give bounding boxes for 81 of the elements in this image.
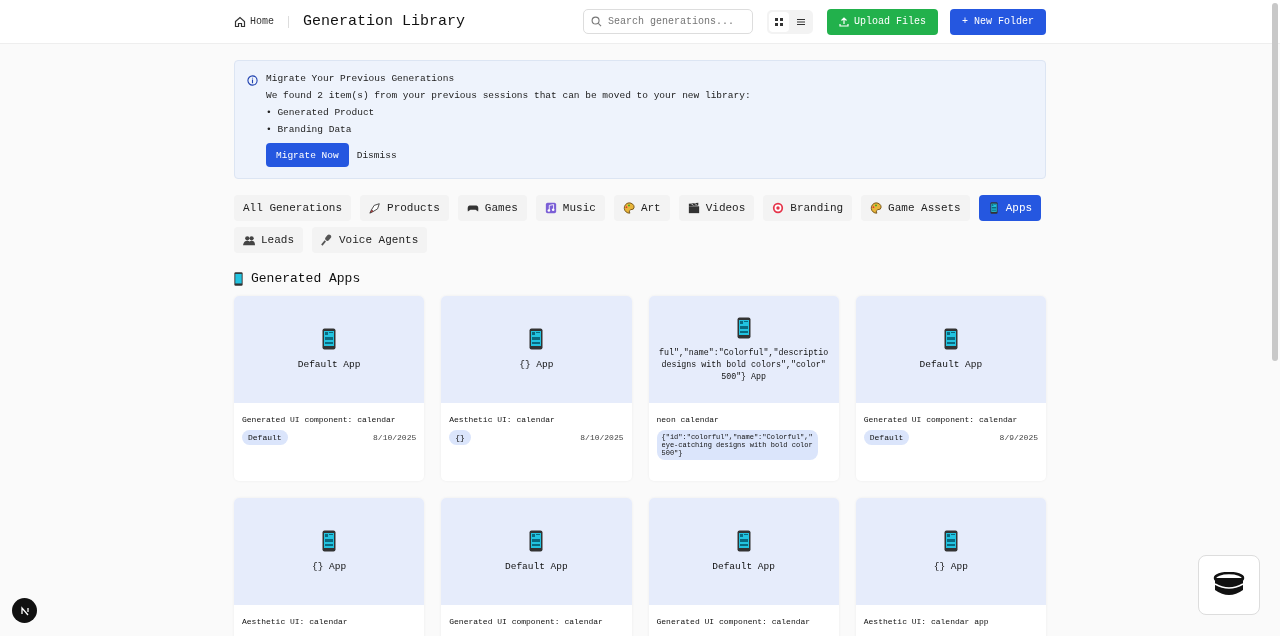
dismiss-button[interactable]: Dismiss xyxy=(356,149,397,161)
page-title: Generation Library xyxy=(303,13,466,30)
style-tag: {} xyxy=(449,430,471,445)
category-tab[interactable]: Game Assets xyxy=(861,195,970,221)
app-title: Default App xyxy=(505,560,568,573)
phone-icon xyxy=(987,202,1000,214)
palette-icon xyxy=(622,202,635,214)
scrollbar[interactable] xyxy=(1272,3,1278,361)
app-title: ful","name":"Colorful","descriptio designs with bold colors","color" 500"} App xyxy=(658,346,829,383)
app-card[interactable]: Default App Generated UI component: calendar Default 8/10/2025 xyxy=(234,296,425,481)
category-tab[interactable]: Videos xyxy=(678,195,755,221)
style-tag: Default xyxy=(242,430,288,445)
music-note-icon xyxy=(544,202,557,214)
search-icon xyxy=(590,16,602,27)
migration-item: • Generated Product xyxy=(266,107,376,118)
app-title: Default App xyxy=(297,358,361,371)
category-tab[interactable]: Apps xyxy=(978,195,1042,221)
target-icon xyxy=(772,202,785,214)
category-tab[interactable]: Products xyxy=(360,195,449,221)
phone-icon xyxy=(736,316,751,339)
category-tab[interactable]: Leads xyxy=(234,227,303,253)
phone-icon xyxy=(736,530,751,552)
phone-icon xyxy=(943,530,958,552)
card-description: Aesthetic UI: calendar xyxy=(449,415,556,424)
phone-icon xyxy=(529,328,544,350)
app-card[interactable]: {} App Aesthetic UI: calendar app xyxy=(855,498,1046,636)
app-title: {} App xyxy=(519,358,554,371)
card-date: 8/10/2025 xyxy=(580,433,624,442)
card-date: 8/10/2025 xyxy=(373,433,417,442)
palette-icon xyxy=(870,202,883,214)
card-description: Aesthetic UI: calendar xyxy=(242,617,349,626)
category-tab[interactable]: All Generations xyxy=(234,195,352,221)
new-folder-button[interactable]: + New Folder xyxy=(950,8,1046,35)
search-field[interactable]: Search generations... xyxy=(582,9,753,34)
grid-view-button[interactable] xyxy=(768,11,789,32)
app-card[interactable]: {} App Aesthetic UI: calendar {} 8/10/2025 xyxy=(441,296,632,481)
phone-icon xyxy=(234,271,243,286)
grid-icon xyxy=(774,17,783,26)
banner-title: Migrate Your Previous Generations xyxy=(266,73,456,84)
card-description: Generated UI component: calendar xyxy=(656,617,812,626)
info-icon xyxy=(247,75,258,86)
category-tab[interactable]: Branding xyxy=(763,195,853,221)
section-title: Generated Apps xyxy=(251,271,361,286)
card-description: Generated UI component: calendar xyxy=(863,415,1019,424)
gamepad-icon xyxy=(466,202,479,214)
banner-message: We found 2 item(s) from your previous sessions that can be moved to your new library: xyxy=(266,90,751,101)
app-card[interactable]: Default App Generated UI component: calendar Default 8/9/2025 xyxy=(855,296,1046,481)
card-date: 8/9/2025 xyxy=(999,433,1038,442)
n-logo-icon xyxy=(19,605,30,616)
card-description: Aesthetic UI: calendar app xyxy=(863,617,990,626)
app-card[interactable]: {} App Aesthetic UI: calendar xyxy=(234,498,425,636)
list-icon xyxy=(796,17,805,26)
card-description: Generated UI component: calendar xyxy=(242,415,397,424)
microphone-icon xyxy=(321,234,333,246)
app-title: Default App xyxy=(712,560,775,573)
app-title: {} App xyxy=(312,560,347,573)
app-title: {} App xyxy=(933,560,968,573)
phone-icon xyxy=(322,530,337,552)
phone-icon xyxy=(943,328,958,350)
dev-tools-button[interactable] xyxy=(12,598,37,623)
category-tab[interactable]: Art xyxy=(613,195,670,221)
category-tab[interactable]: Games xyxy=(457,195,527,221)
phone-icon xyxy=(529,530,544,552)
style-tag: Default xyxy=(863,430,910,445)
home-icon xyxy=(234,15,246,28)
category-tab[interactable]: Voice Agents xyxy=(312,227,428,253)
app-card[interactable]: Default App Generated UI component: calendar xyxy=(648,498,839,636)
app-title: Default App xyxy=(919,358,983,371)
people-icon xyxy=(243,234,255,246)
card-description: neon calendar xyxy=(656,415,720,424)
card-description: Generated UI component: calendar xyxy=(449,617,604,626)
home-link[interactable]: Home xyxy=(234,15,274,28)
phone-icon xyxy=(322,328,337,350)
app-card[interactable]: Default App Generated UI component: calendar xyxy=(441,498,632,636)
upload-icon xyxy=(838,16,849,27)
migration-item: • Branding Data xyxy=(266,124,353,135)
database-icon xyxy=(1213,572,1245,598)
clapperboard-icon xyxy=(687,202,700,214)
migrate-now-button[interactable]: Migrate Now xyxy=(266,143,349,167)
chat-widget-button[interactable] xyxy=(1198,555,1260,615)
category-tab[interactable]: Music xyxy=(535,195,605,221)
